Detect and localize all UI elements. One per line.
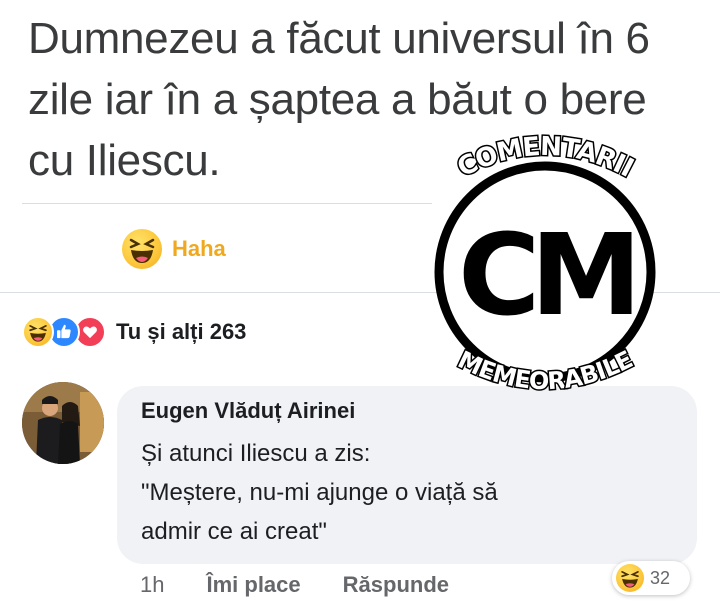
post-text-line: Dumnezeu a făcut universul în 6 — [28, 14, 650, 63]
reactions-count: Tu și alți 263 — [116, 319, 247, 344]
comment-text-line: Și atunci Iliescu a zis: — [141, 440, 371, 467]
watermark-logo-text: CM — [458, 211, 632, 341]
haha-icon — [22, 316, 54, 348]
haha-reaction-button[interactable]: Haha — [122, 228, 226, 270]
comment-text-line: admir ce ai creat" — [141, 518, 327, 545]
comment-reaction-count: 32 — [650, 567, 671, 588]
comment-actions: 1h Îmi place Răspunde — [140, 572, 449, 598]
avatar[interactable] — [22, 382, 104, 464]
reply-button[interactable]: Răspunde — [343, 572, 449, 598]
haha-icon — [616, 564, 644, 592]
comment-reactions-pill[interactable]: 32 — [612, 561, 690, 595]
watermark-logo: COMENTARII CM MEMEORABILE — [434, 132, 656, 397]
comment-author[interactable]: Eugen Vlăduț Airinei — [141, 398, 355, 424]
divider — [22, 203, 432, 204]
haha-label: Haha — [172, 236, 226, 261]
post-text-line: zile iar în a șaptea a băut o bere — [28, 75, 647, 124]
haha-icon — [122, 229, 162, 269]
like-button[interactable]: Îmi place — [206, 572, 300, 598]
comment-bubble: Eugen Vlăduț Airinei Și atunci Iliescu a… — [117, 386, 697, 564]
comment-text-line: "Meștere, nu-mi ajunge o viață să — [141, 479, 498, 506]
reactions-summary[interactable]: Tu și alți 263 — [22, 314, 246, 350]
comment-time[interactable]: 1h — [140, 572, 164, 598]
